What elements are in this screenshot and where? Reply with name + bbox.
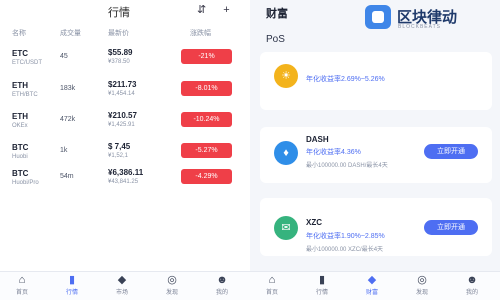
tab-label: 行情 (315, 290, 328, 296)
coin-volume: 1k (60, 147, 68, 154)
tab-exchange[interactable]: ◆ 市场 (102, 274, 142, 296)
card-title: XZC (306, 218, 322, 227)
tab-profile[interactable]: ☻ 我的 (202, 274, 242, 296)
coin-price-cny: ¥378.50 (108, 59, 130, 65)
coin-price: $ 7,45 (108, 142, 131, 151)
coin-icon: ♦ (274, 141, 298, 165)
change-badge[interactable]: -4.29% (181, 169, 232, 184)
pos-card[interactable]: ✉ XZC 年化收益率1.90%~2.85% 最小100000.00 XZC/最… (260, 198, 492, 256)
coin-price: ¥6,386.11 (108, 168, 144, 177)
column-header-change[interactable]: 涨跌幅 (190, 28, 211, 38)
chart-icon: ▮ (68, 274, 76, 286)
compass-icon: ◎ (167, 274, 177, 286)
tab-label: 行情 (65, 290, 78, 296)
card-note: 最小100000.00 XZC/最长4天 (306, 247, 384, 253)
market-row[interactable]: ETH ETH/BTC 183k $211.73 ¥1,454.14 -8.01… (0, 77, 250, 103)
tab-market[interactable]: ▮ 行情 (302, 274, 342, 296)
tab-label: 我的 (465, 290, 478, 296)
coin-volume: 472k (60, 116, 76, 123)
coin-symbol: BTC (12, 143, 29, 152)
tab-discover[interactable]: ◎ 发现 (152, 274, 192, 296)
coin-pair: ETH/BTC (12, 92, 38, 98)
market-row[interactable]: BTC Huobi 1k $ 7,45 ¥1,52,1 -5.27% (0, 139, 250, 165)
tab-label: 我的 (215, 290, 228, 296)
add-icon[interactable]: + (223, 4, 229, 16)
tab-discover[interactable]: ◎ 发现 (402, 274, 442, 296)
pos-card[interactable]: ☀ 年化收益率2.69%~5.26% (260, 52, 492, 110)
coin-volume: 54m (60, 173, 74, 180)
bottom-tab-bar: ⌂ 首页 ▮ 行情 ◆ 市场 ◎ 发现 ☻ 我的 (0, 271, 250, 300)
market-row[interactable]: BTC Huobi/Pro 54m ¥6,386.11 ¥43,841.25 -… (0, 165, 250, 191)
coin-symbol: ETH (12, 81, 28, 90)
column-header-price[interactable]: 最新价 (108, 28, 129, 38)
card-title: DASH (306, 135, 329, 144)
coin-symbol: ETC (12, 49, 28, 58)
coin-volume: 183k (60, 85, 76, 92)
column-header-volume[interactable]: 成交量 (60, 28, 81, 38)
tab-label: 财富 (365, 290, 378, 296)
card-yield: 年化收益率2.69%~5.26% (306, 76, 385, 83)
page-title: 行情 (108, 7, 130, 19)
logo-mark-icon (365, 5, 391, 29)
coin-price-cny: ¥1,425.91 (108, 122, 135, 128)
tab-home[interactable]: ⌂ 首页 (252, 274, 292, 296)
market-row[interactable]: ETC ETC/USDT 45 $55.89 ¥378.50 -21% (0, 45, 250, 71)
coin-price-cny: ¥43,841.25 (108, 179, 139, 185)
coin-pair: Huobi (12, 154, 28, 160)
change-badge[interactable]: -10.24% (181, 112, 232, 127)
market-row[interactable]: ETH OKEx 472k ¥210.57 ¥1,425.91 -10.24% (0, 108, 250, 134)
card-note: 最小100000.00 DASH/最长4天 (306, 163, 388, 169)
tab-market[interactable]: ▮ 行情 (52, 274, 92, 296)
card-yield: 年化收益率4.36% (306, 149, 361, 156)
open-button[interactable]: 立即开通 (424, 220, 478, 235)
tab-label: 市场 (115, 290, 128, 296)
user-icon: ☻ (466, 274, 478, 286)
diamond-icon: ◆ (117, 274, 127, 286)
coin-icon: ☀ (274, 64, 298, 88)
tab-finance[interactable]: ◆ 财富 (352, 274, 392, 296)
finance-screen: 财富 PoS ☀ 年化收益率2.69%~5.26% ♦ DASH 年化收益率4.… (250, 0, 500, 300)
card-yield: 年化收益率1.90%~2.85% (306, 233, 385, 240)
coin-icon: ✉ (274, 216, 298, 240)
market-header: 行情 ⇵ + (0, 0, 250, 24)
home-icon: ⌂ (268, 274, 276, 286)
coin-pair: OKEx (12, 123, 28, 129)
page-title: 财富 (266, 8, 288, 20)
home-icon: ⌂ (18, 274, 26, 286)
tab-label: 发现 (165, 290, 178, 296)
column-header-name[interactable]: 名称 (12, 28, 26, 38)
sort-icon[interactable]: ⇵ (197, 4, 206, 16)
open-button[interactable]: 立即开通 (424, 144, 478, 159)
tab-label: 首页 (265, 290, 278, 296)
change-badge[interactable]: -21% (181, 49, 232, 64)
coin-pair: ETC/USDT (12, 60, 42, 66)
bottom-tab-bar: ⌂ 首页 ▮ 行情 ◆ 财富 ◎ 发现 ☻ 我的 (250, 271, 500, 300)
coin-price-cny: ¥1,52,1 (108, 153, 129, 159)
pos-card[interactable]: ♦ DASH 年化收益率4.36% 最小100000.00 DASH/最长4天 … (260, 127, 492, 183)
change-badge[interactable]: -8.01% (181, 81, 232, 96)
market-screen: 行情 ⇵ + 名称 成交量 最新价 涨跌幅 ETC ETC/USDT 45 $5… (0, 0, 250, 300)
change-badge[interactable]: -5.27% (181, 143, 232, 158)
user-icon: ☻ (216, 274, 228, 286)
chart-icon: ▮ (318, 274, 326, 286)
tab-home[interactable]: ⌂ 首页 (2, 274, 42, 296)
coin-volume: 45 (60, 53, 68, 60)
coin-price: $55.89 (108, 48, 133, 57)
coin-price: $211.73 (108, 80, 137, 89)
tab-label: 首页 (15, 290, 28, 296)
diamond-icon: ◆ (367, 274, 377, 286)
coin-pair: Huobi/Pro (12, 180, 39, 186)
coin-symbol: BTC (12, 169, 29, 178)
logo-subtext: BLOCKBEATS (398, 24, 441, 30)
tab-profile[interactable]: ☻ 我的 (452, 274, 492, 296)
compass-icon: ◎ (417, 274, 427, 286)
section-title: PoS (266, 34, 285, 45)
tab-label: 发现 (415, 290, 428, 296)
coin-price-cny: ¥1,454.14 (108, 91, 135, 97)
coin-price: ¥210.57 (108, 111, 137, 120)
coin-symbol: ETH (12, 112, 28, 121)
